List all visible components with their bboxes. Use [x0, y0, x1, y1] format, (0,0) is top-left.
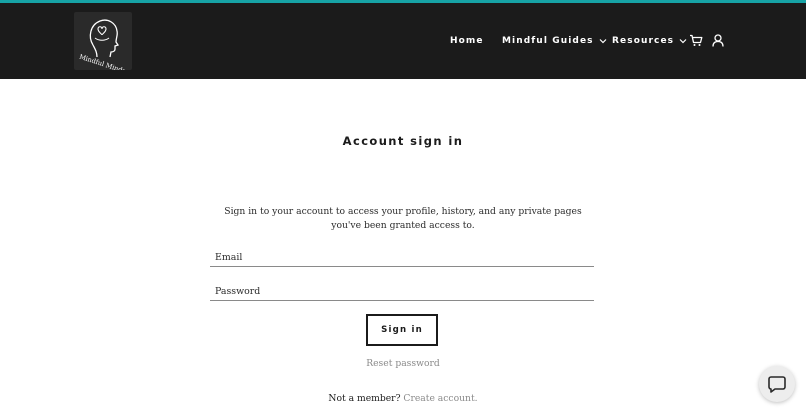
email-field-wrapper: [210, 245, 594, 268]
nav-resources-label: Resources: [612, 36, 675, 46]
reset-password-link[interactable]: Reset password: [0, 358, 806, 369]
email-field[interactable]: [210, 247, 594, 268]
chevron-down-icon: [599, 39, 607, 44]
nav-mindful-guides[interactable]: Mindful Guides: [502, 3, 607, 79]
chevron-down-icon: [679, 39, 687, 44]
logo-text: Mindful Minds: [78, 53, 126, 70]
cart-icon[interactable]: [689, 34, 703, 47]
nav-home-label: Home: [450, 36, 484, 46]
signin-intro-text: Sign in to your account to access your p…: [224, 206, 582, 231]
create-account-prompt: Not a member? Create account.: [0, 393, 806, 404]
page-title: Account sign in: [342, 134, 464, 148]
chat-button[interactable]: [759, 366, 795, 402]
nav-guides-label: Mindful Guides: [502, 36, 594, 46]
member-prompt-text: Not a member?: [328, 393, 401, 404]
chat-bubble-icon: [768, 376, 786, 393]
site-header: Mindful Minds Home Mindful Guides Resour…: [0, 3, 806, 79]
password-field-wrapper: [210, 279, 594, 302]
nav-resources[interactable]: Resources: [612, 3, 687, 79]
head-heart-icon: Mindful Minds: [78, 19, 127, 70]
user-icon[interactable]: [712, 34, 724, 47]
site-logo[interactable]: Mindful Minds: [74, 12, 132, 70]
password-field[interactable]: [210, 281, 594, 302]
nav-home[interactable]: Home: [450, 3, 484, 79]
sign-in-button[interactable]: Sign in: [366, 314, 438, 346]
create-account-link[interactable]: Create account.: [403, 393, 477, 404]
